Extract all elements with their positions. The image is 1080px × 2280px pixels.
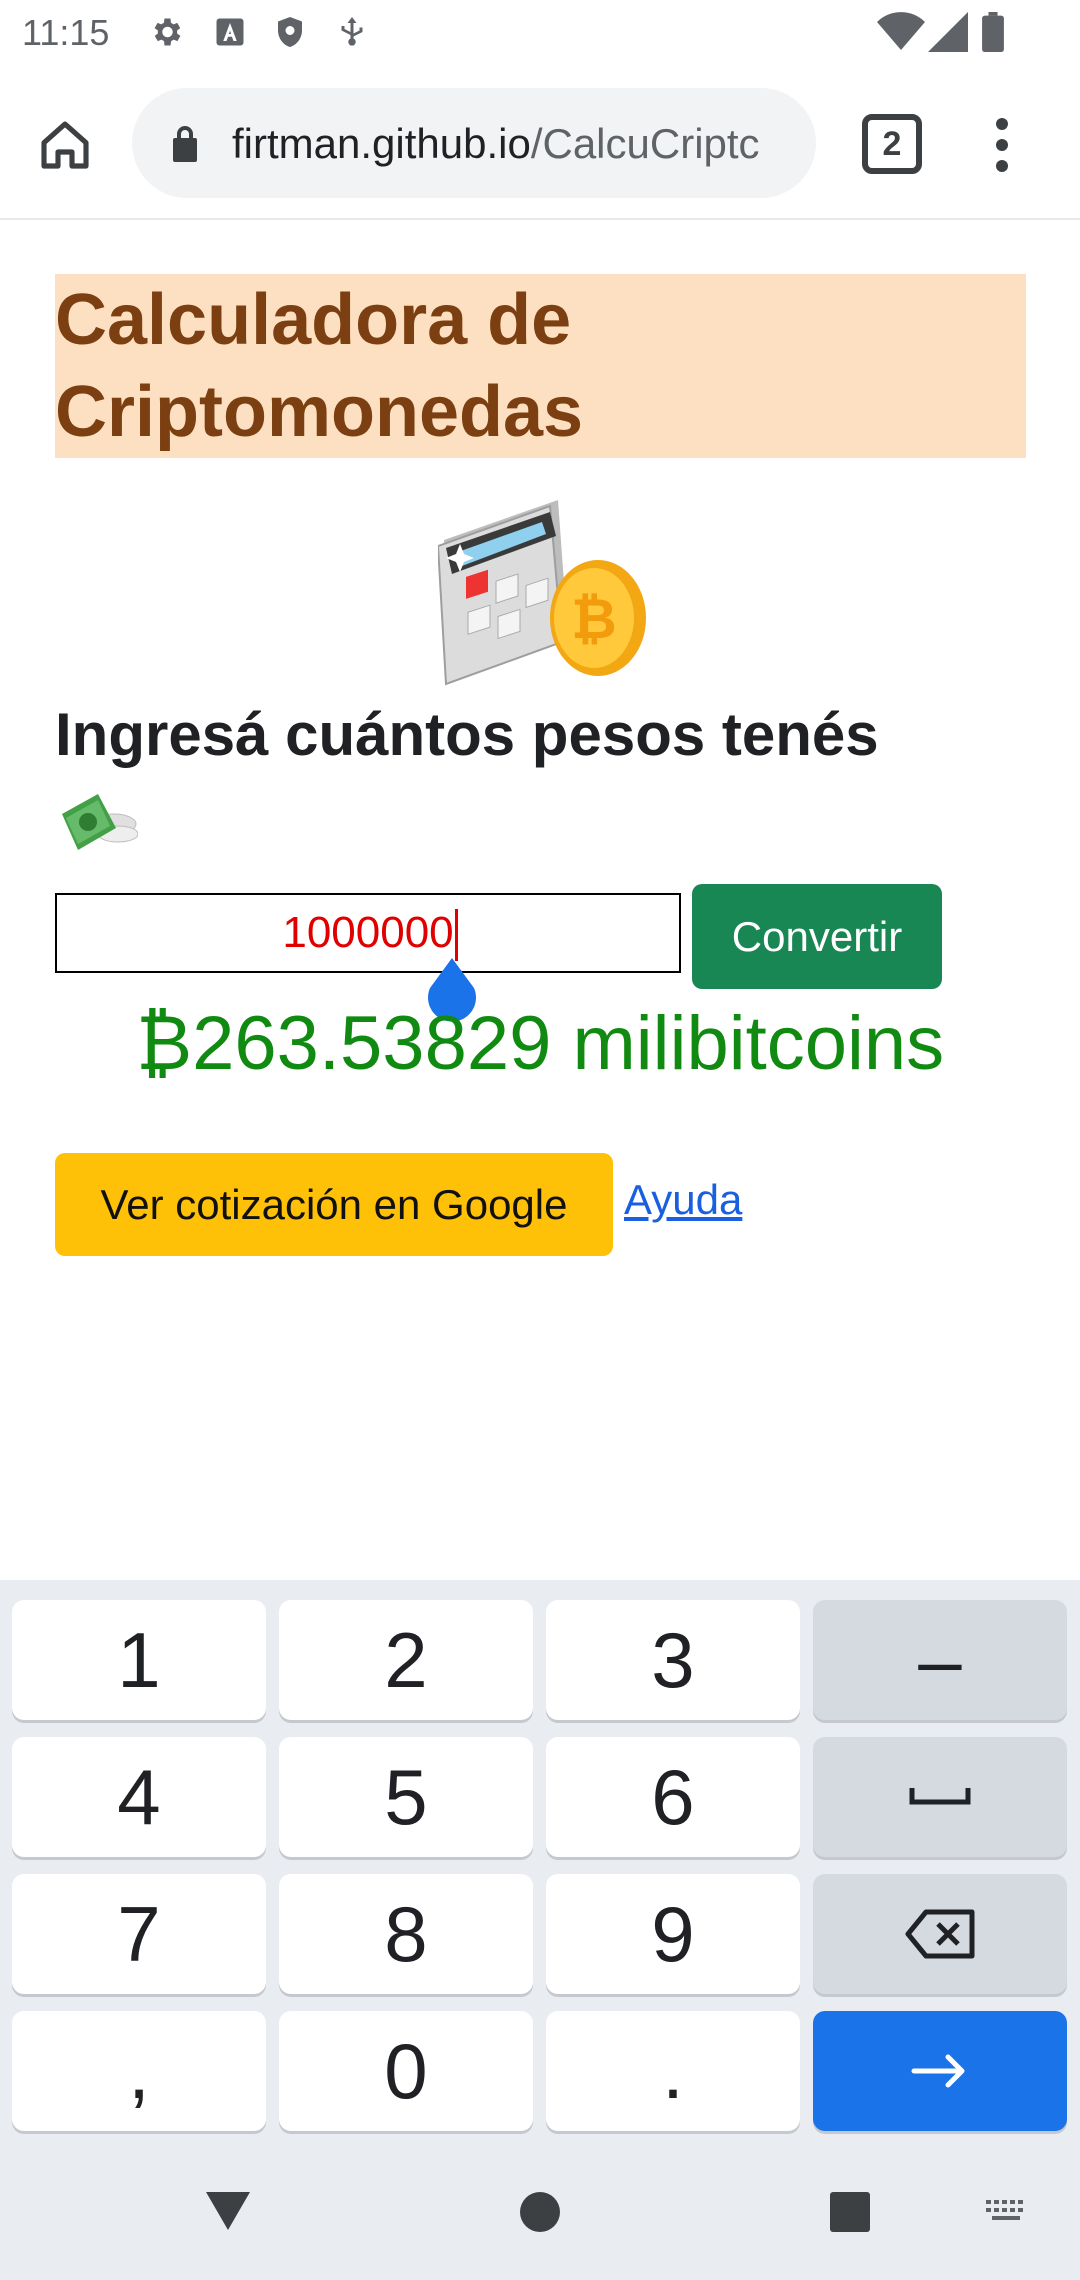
key-9[interactable]: 9 xyxy=(546,1874,800,1994)
svg-text:₿: ₿ xyxy=(571,587,617,652)
key-period[interactable]: . xyxy=(546,2011,800,2131)
text-cursor xyxy=(455,909,458,961)
url-host: firtman.github.io xyxy=(232,120,531,167)
pesos-input-value: 1000000 xyxy=(282,908,454,957)
keyboard-switch-icon[interactable] xyxy=(984,2198,1030,2228)
key-comma[interactable]: , xyxy=(12,2011,266,2131)
title-line-1: Calculadora de xyxy=(55,280,572,360)
space-icon xyxy=(909,1788,971,1805)
signal-icon xyxy=(928,12,968,52)
key-7[interactable]: 7 xyxy=(12,1874,266,1994)
prompt-heading: Ingresá cuántos pesos tenés xyxy=(55,701,879,768)
page-title: Calculadora de Criptomonedas xyxy=(55,274,1026,458)
home-circle-icon[interactable] xyxy=(518,2190,562,2234)
home-button[interactable] xyxy=(30,110,100,180)
url-path: /CalcuCriptc xyxy=(530,120,760,167)
key-6[interactable]: 6 xyxy=(546,1737,800,1857)
lock-icon[interactable] xyxy=(168,124,202,164)
backspace-icon xyxy=(905,1909,975,1959)
key-1[interactable]: 1 xyxy=(12,1600,266,1720)
key-2[interactable]: 2 xyxy=(279,1600,533,1720)
keyboard-a-icon xyxy=(216,18,244,46)
url-text[interactable]: firtman.github.io/CalcuCriptc xyxy=(232,120,760,168)
tabs-button[interactable]: 2 xyxy=(862,114,922,174)
url-bar[interactable]: firtman.github.io/CalcuCriptc xyxy=(132,88,816,198)
title-line-2: Criptomonedas xyxy=(55,372,584,452)
convert-button[interactable]: Convertir xyxy=(692,884,942,989)
calculator-bitcoin-illustration: ₿ xyxy=(438,500,646,686)
money-with-wings-icon xyxy=(62,794,138,850)
home-icon xyxy=(41,121,89,169)
key-enter[interactable] xyxy=(813,2011,1067,2131)
numeric-keyboard: 1 2 3 – 4 5 6 7 8 9 , 0 . xyxy=(0,1580,1080,2140)
key-5[interactable]: 5 xyxy=(279,1737,533,1857)
system-nav-bar xyxy=(0,2140,1080,2280)
pesos-input[interactable]: 1000000 xyxy=(55,893,681,973)
usb-debug-icon xyxy=(341,17,363,46)
key-4[interactable]: 4 xyxy=(12,1737,266,1857)
status-bar: 11:15 xyxy=(0,0,1080,66)
battery-icon xyxy=(982,12,1004,52)
settings-icon xyxy=(154,18,181,46)
conversion-result: ₿263.53829 milibitcoins xyxy=(135,1001,945,1086)
key-space[interactable] xyxy=(813,1737,1067,1857)
enter-arrow-icon xyxy=(911,2054,965,2088)
tab-count: 2 xyxy=(882,124,902,163)
key-3[interactable]: 3 xyxy=(546,1600,800,1720)
key-minus[interactable]: – xyxy=(813,1600,1067,1720)
recents-icon[interactable] xyxy=(828,2190,872,2234)
help-link[interactable]: Ayuda xyxy=(624,1176,742,1224)
back-icon[interactable] xyxy=(204,2190,252,2232)
wifi-icon xyxy=(877,12,925,51)
browser-toolbar: firtman.github.io/CalcuCriptc 2 xyxy=(0,66,1080,220)
shield-icon xyxy=(278,17,302,47)
key-8[interactable]: 8 xyxy=(279,1874,533,1994)
key-backspace[interactable] xyxy=(813,1874,1067,1994)
google-quote-button[interactable]: Ver cotización en Google xyxy=(55,1153,613,1256)
more-vert-icon[interactable] xyxy=(980,110,1024,180)
key-0[interactable]: 0 xyxy=(279,2011,533,2131)
status-time: 11:15 xyxy=(22,12,110,53)
